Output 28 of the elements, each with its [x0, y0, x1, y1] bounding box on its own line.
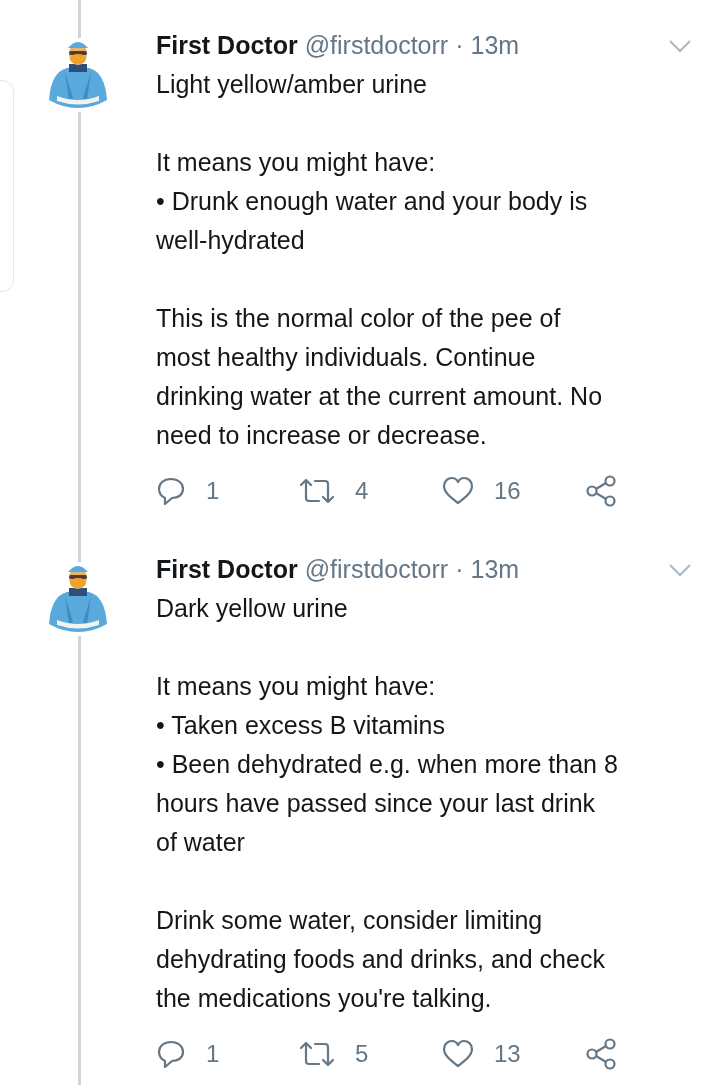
- share-icon[interactable]: [585, 475, 617, 507]
- dot-separator: ·: [455, 555, 464, 584]
- tweet-text: It means you might have: • Taken excess B vitamins • Been dehydrated e.g. when more than 8 hours have passed since your last drink of water: [156, 671, 619, 858]
- retweet-count: 4: [355, 477, 369, 505]
- tweet-text: Drink some water, consider limiting dehydrating foods and drinks, and check the medications you're talking.: [156, 905, 606, 1014]
- retweet-icon[interactable]: [299, 476, 335, 506]
- tweet-text: Dark yellow urine: [156, 593, 349, 624]
- timestamp[interactable]: 13m: [470, 31, 520, 60]
- author-handle[interactable]: @firstdoctorr: [304, 31, 449, 60]
- reply-count: 1: [206, 1040, 220, 1068]
- reply-icon[interactable]: [156, 476, 186, 506]
- retweet-count: 5: [355, 1040, 369, 1068]
- tweet-text: This is the normal color of the pee of most healthy individuals. Continue drinking water at the current amount. No need to increase or decrease.: [156, 303, 604, 451]
- reply-icon[interactable]: [156, 1039, 186, 1069]
- retweet-icon[interactable]: [299, 1039, 335, 1069]
- like-count: 13: [494, 1040, 521, 1068]
- author-name[interactable]: First Doctor: [156, 555, 298, 584]
- timestamp[interactable]: 13m: [470, 555, 520, 584]
- tweet-text: Light yellow/amber urine: [156, 69, 428, 100]
- reply-count: 1: [206, 477, 220, 505]
- author-name[interactable]: First Doctor: [156, 31, 298, 60]
- dot-separator: ·: [455, 31, 464, 60]
- heart-icon[interactable]: [442, 476, 474, 506]
- author-handle[interactable]: @firstdoctorr: [304, 555, 449, 584]
- like-count: 16: [494, 477, 521, 505]
- heart-icon[interactable]: [442, 1039, 474, 1069]
- share-icon[interactable]: [585, 1038, 617, 1070]
- tweet-text: It means you might have: • Drunk enough water and your body is well-hydrated: [156, 147, 589, 256]
